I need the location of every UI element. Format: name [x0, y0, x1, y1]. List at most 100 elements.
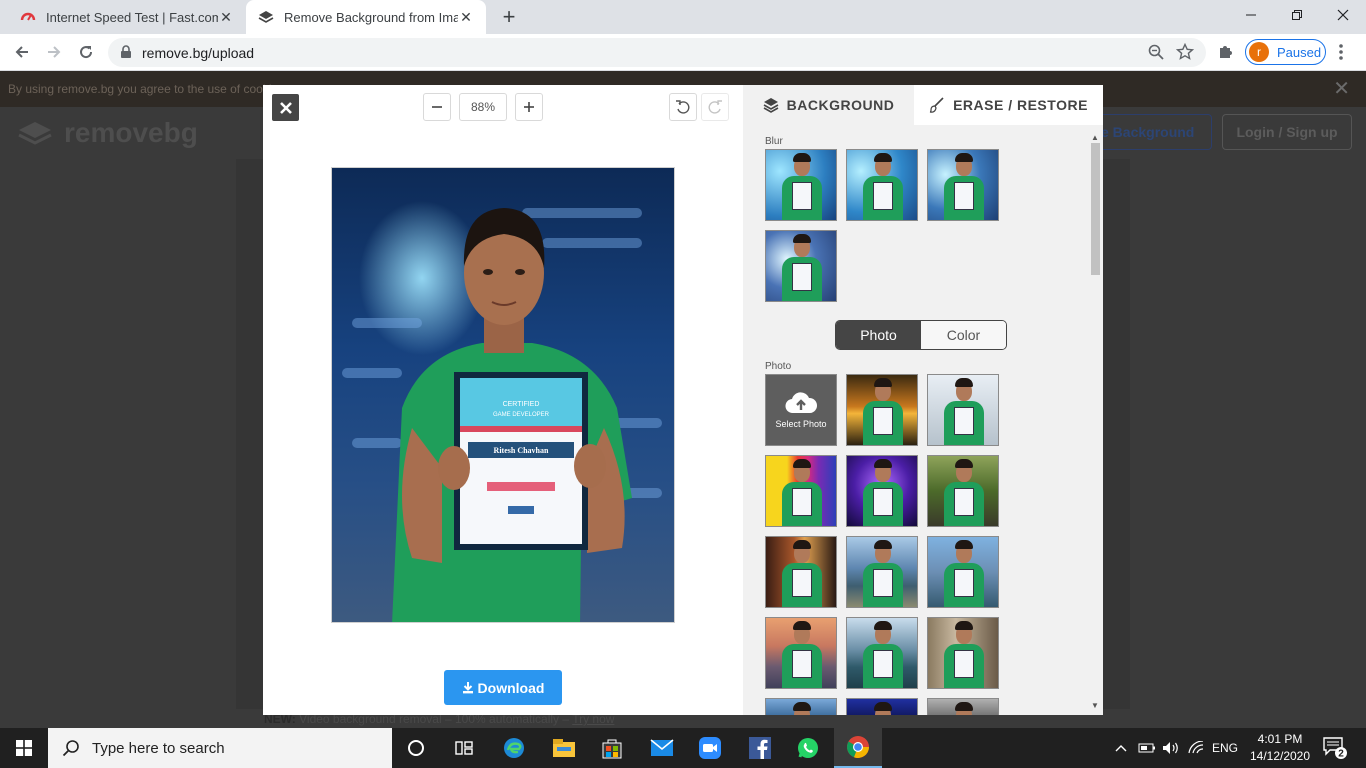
extensions-puzzle-icon[interactable] [1217, 42, 1235, 65]
zoom-in-button[interactable] [515, 93, 543, 121]
photo-section-label: Photo [765, 361, 792, 372]
photo-thumbnail-forest-road[interactable] [927, 455, 999, 527]
scroll-up-icon[interactable]: ▲ [1091, 133, 1099, 142]
login-signup-button[interactable]: Login / Sign up [1222, 114, 1352, 150]
photo-thumbnail-white-studio[interactable] [927, 374, 999, 446]
close-tab-icon[interactable]: ✕ [458, 9, 474, 25]
bookmark-star-icon[interactable] [1175, 42, 1195, 66]
cert-title: GAME DEVELOPER [493, 412, 550, 418]
windows-logo-icon [16, 740, 32, 756]
chrome-taskbar-icon[interactable] [834, 728, 882, 768]
photo-thumbnail-city-night[interactable] [765, 536, 837, 608]
photo-thumbnail-lake-mountains[interactable] [846, 617, 918, 689]
zoom-value: 88% [459, 93, 507, 121]
removebg-logo-icon [18, 122, 52, 145]
preview-image: CERTIFIED GAME DEVELOPER Ritesh Chavhan [331, 167, 675, 623]
tab-remove-bg[interactable]: Remove Background from Image ✕ [246, 0, 486, 34]
upload-cloud-icon [785, 392, 818, 414]
photo-thumbnail-beach-sunset[interactable] [765, 617, 837, 689]
redo-button[interactable] [701, 93, 729, 121]
search-icon [62, 740, 79, 757]
editor-tabs: BACKGROUND ERASE / RESTORE [743, 85, 1103, 125]
photo-thumbnail-rainbow-stripes[interactable] [765, 455, 837, 527]
close-editor-button[interactable] [272, 94, 299, 121]
remove-bg-icon [258, 9, 274, 25]
start-button[interactable] [0, 728, 48, 768]
person-with-certificate: CERTIFIED GAME DEVELOPER Ritesh Chavhan [392, 208, 632, 622]
address-bar[interactable]: remove.bg/upload [108, 38, 1206, 67]
url-text: remove.bg/upload [142, 45, 255, 61]
clock-time: 4:01 PM [1257, 732, 1303, 746]
file-explorer-icon[interactable] [540, 728, 588, 768]
language-indicator[interactable]: ENG [1212, 728, 1238, 768]
zoom-app-icon[interactable] [686, 728, 734, 768]
panel-scrollbar[interactable]: ▲ ▼ [1088, 133, 1103, 715]
select-photo-button[interactable]: Select Photo [765, 374, 837, 446]
blur-thumbnail[interactable] [927, 149, 999, 221]
zoom-icon[interactable] [1148, 44, 1164, 65]
toggle-photo[interactable]: Photo [836, 321, 921, 349]
whatsapp-icon[interactable] [784, 728, 832, 768]
task-view-icon[interactable] [440, 728, 488, 768]
photo-thumbnail-partial[interactable] [927, 698, 999, 715]
lock-icon [120, 45, 132, 64]
logo-text: removebg [64, 117, 198, 148]
close-tab-icon[interactable]: ✕ [218, 9, 234, 25]
photo-thumbnail-city-skyline[interactable] [927, 536, 999, 608]
blur-thumbnail[interactable] [765, 230, 837, 302]
mail-icon[interactable] [638, 728, 686, 768]
redo-icon [708, 100, 722, 114]
show-hidden-icons[interactable] [1115, 728, 1127, 768]
photo-thumbnail-sunset-palm[interactable] [846, 374, 918, 446]
photo-color-toggle: Photo Color [835, 320, 1007, 350]
cookie-text: By using remove.bg you agree to the use … [8, 82, 285, 96]
blur-thumbnail[interactable] [765, 149, 837, 221]
more-menu-icon[interactable] [1338, 43, 1344, 66]
editor-canvas-panel: 88% CERTIFIED GAME DEVELOPER Ritesh Chav… [263, 85, 743, 715]
tab-background[interactable]: BACKGROUND [743, 85, 914, 125]
toggle-color[interactable]: Color [921, 321, 1006, 349]
photo-thumbnail-mountain-lake[interactable] [846, 536, 918, 608]
new-tab-button[interactable]: + [498, 6, 520, 28]
profile-button[interactable]: r Paused [1245, 39, 1326, 65]
forward-button[interactable] [42, 40, 66, 64]
site-logo[interactable]: removebg [16, 117, 198, 149]
battery-icon[interactable] [1138, 728, 1156, 768]
volume-icon[interactable] [1162, 728, 1180, 768]
reload-button[interactable] [74, 40, 98, 64]
download-button[interactable]: Download [444, 670, 562, 705]
avatar: r [1249, 42, 1269, 62]
photo-thumbnail-partial[interactable] [765, 698, 837, 715]
blur-thumbnail[interactable] [846, 149, 918, 221]
photo-thumbnail-partial[interactable] [846, 698, 918, 715]
wifi-icon[interactable] [1188, 728, 1204, 768]
edge-icon[interactable] [490, 728, 538, 768]
site-panel [1102, 159, 1130, 709]
fast-com-icon [20, 9, 36, 25]
site-panel [236, 159, 264, 709]
photo-thumbnail-street-buildings[interactable] [927, 617, 999, 689]
cortana-icon[interactable] [392, 728, 440, 768]
tab-erase-restore[interactable]: ERASE / RESTORE [914, 85, 1103, 125]
back-button[interactable] [10, 40, 34, 64]
profile-status: Paused [1277, 44, 1322, 60]
zoom-out-button[interactable] [423, 93, 451, 121]
photo-thumbnail-purple-lights[interactable] [846, 455, 918, 527]
tab-fast-com[interactable]: Internet Speed Test | Fast.com ✕ [8, 0, 246, 34]
scroll-down-icon[interactable]: ▼ [1091, 701, 1099, 710]
tab-background-label: BACKGROUND [786, 97, 895, 113]
clock[interactable]: 4:01 PM 14/12/2020 [1246, 731, 1314, 765]
scrollbar-thumb[interactable] [1091, 143, 1100, 275]
editor-modal: 88% CERTIFIED GAME DEVELOPER Ritesh Chav… [263, 85, 1103, 715]
restore-button[interactable] [1274, 0, 1320, 30]
tab-title: Remove Background from Image [284, 9, 458, 25]
close-icon [279, 101, 292, 114]
notification-center-icon[interactable]: 2 [1322, 736, 1348, 765]
undo-button[interactable] [669, 93, 697, 121]
close-window-button[interactable] [1320, 0, 1366, 30]
close-cookie-icon[interactable]: ✕ [1333, 79, 1350, 99]
store-icon[interactable] [588, 728, 636, 768]
minimize-button[interactable] [1228, 0, 1274, 30]
facebook-icon[interactable] [736, 728, 784, 768]
taskbar-search[interactable]: Type here to search [48, 728, 392, 768]
